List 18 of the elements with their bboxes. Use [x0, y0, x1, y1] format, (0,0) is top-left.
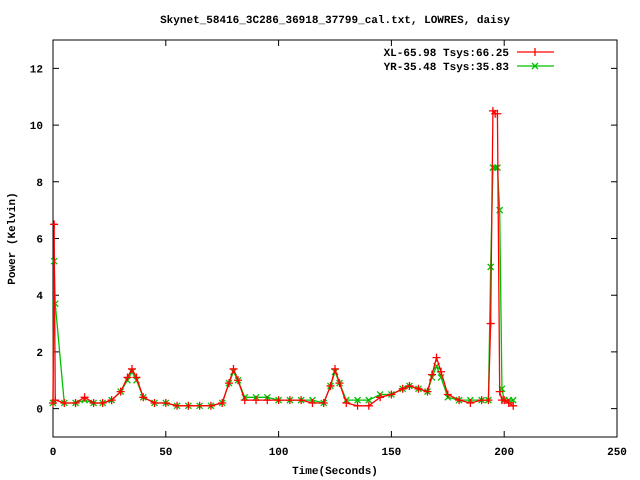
x-axis-label: Time(Seconds) [292, 466, 378, 478]
tick-label: 10 [30, 121, 43, 134]
tick-label: 50 [159, 447, 172, 459]
legend-label: YR-35.48 Tsys:35.83 [384, 62, 509, 74]
tick-label: 2 [36, 348, 43, 360]
tick-label: 12 [30, 64, 43, 76]
tick-label: 0 [50, 447, 56, 459]
tick-label: 100 [268, 447, 288, 459]
tick-label: 8 [36, 178, 43, 190]
tick-label: 0 [36, 404, 43, 417]
tick-label: 200 [494, 447, 514, 459]
legend-label: XL-65.98 Tsys:66.25 [384, 48, 509, 60]
tick-label: 250 [607, 447, 627, 459]
tick-label: 150 [382, 447, 402, 459]
tick-label: 6 [36, 234, 43, 246]
chart-title: Skynet_58416_3C286_36918_37799_cal.txt, LOWRES, daisy [160, 15, 510, 27]
y-axis-label: Power (Kelvin) [7, 192, 19, 285]
tick-label: 4 [36, 291, 43, 304]
